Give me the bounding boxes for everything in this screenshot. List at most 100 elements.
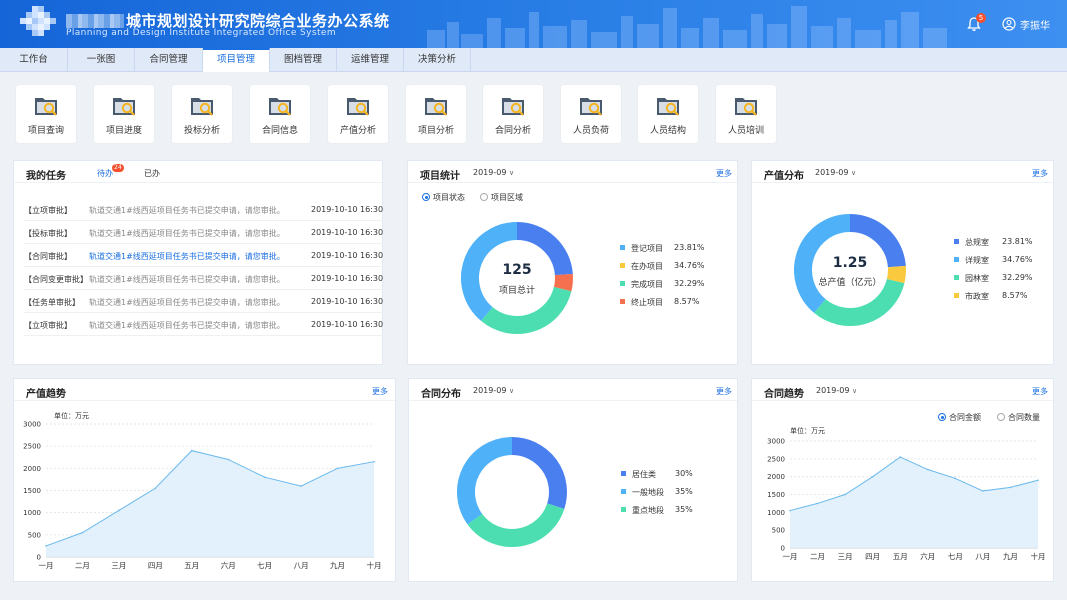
task-row[interactable]: 【投标审批】 轨道交通1#线西延项目任务书已提交申请，请您审批。 2019-10-1… <box>24 221 384 244</box>
city-skyline-decoration <box>427 6 947 48</box>
tab-done[interactable]: 已办 <box>144 168 160 179</box>
quick-link-tile[interactable]: 项目进度 <box>94 85 154 143</box>
donut-center-label: 总产值（亿元） <box>818 278 882 288</box>
quick-link-tile[interactable]: 项目分析 <box>406 85 466 143</box>
task-row[interactable]: 【立项审批】 轨道交通1#线西延项目任务书已提交申请，请您审批。 2019-10-1… <box>24 198 384 221</box>
legend-swatch <box>620 263 625 268</box>
quick-link-tile[interactable]: 人员负荷 <box>561 85 621 143</box>
tab-ops-management[interactable]: 运维管理 <box>337 48 404 72</box>
x-tick-label: 二月 <box>75 561 90 570</box>
radio-contract-amount[interactable]: 合同金额 <box>938 412 981 423</box>
task-type: 【立项审批】 <box>24 206 72 215</box>
x-tick-label: 六月 <box>221 560 236 570</box>
radio-unchecked-icon <box>997 413 1005 421</box>
x-tick-label: 三月 <box>838 552 853 561</box>
more-link[interactable]: 更多 <box>716 168 732 179</box>
user-icon[interactable] <box>1002 17 1016 31</box>
legend-label: 市政室 <box>965 292 989 301</box>
data-point <box>899 456 902 458</box>
legend-value: 34.76% <box>1002 255 1033 264</box>
y-tick-label: 2500 <box>23 443 41 451</box>
data-point <box>954 477 957 480</box>
panel-title: 产值趋势 <box>26 389 66 400</box>
data-point <box>1037 479 1039 482</box>
quick-link-tile[interactable]: 合同信息 <box>250 85 310 143</box>
y-tick-label: 2000 <box>23 465 41 473</box>
legend-value: 32.29% <box>674 279 705 288</box>
folder-search-icon <box>35 98 57 116</box>
data-point <box>789 509 791 512</box>
legend-item: 详规室 34.76% <box>954 255 1033 266</box>
legend-value: 30% <box>675 469 693 478</box>
quick-link-label: 产值分析 <box>339 126 376 136</box>
data-point <box>227 458 230 461</box>
x-tick-label: 一月 <box>783 552 798 561</box>
legend-item: 完成项目 32.29% <box>620 279 705 290</box>
tab-contract-management[interactable]: 合同管理 <box>135 48 203 72</box>
tab-decision-analysis[interactable]: 决策分析 <box>404 48 471 72</box>
y-tick-label: 2000 <box>767 473 785 481</box>
task-description[interactable]: 轨道交通1#线西延项目任务书已提交申请，请您审批。 <box>89 320 285 331</box>
y-tick-label: 500 <box>772 527 785 535</box>
more-link[interactable]: 更多 <box>1032 168 1048 179</box>
area-fill <box>790 457 1038 548</box>
tab-todo[interactable]: 待办 <box>97 168 113 179</box>
task-time: 2019-10-10 16:30 <box>311 274 384 283</box>
folder-search-icon <box>347 98 369 116</box>
more-link[interactable]: 更多 <box>1032 386 1048 397</box>
donut-center-value: 125 <box>502 262 532 278</box>
legend-item: 重点地段 35% <box>621 505 693 516</box>
legend-swatch <box>621 489 626 494</box>
date-select[interactable]: 2019-09 ∨ <box>816 386 857 395</box>
radio-checked-icon <box>422 193 430 201</box>
task-description[interactable]: 轨道交通1#线西延项目任务书已提交申请，请您审批。 <box>89 205 285 216</box>
radio-contract-count[interactable]: 合同数量 <box>997 412 1040 423</box>
radio-project-status[interactable]: 项目状态 <box>422 192 465 203</box>
more-link[interactable]: 更多 <box>716 386 732 397</box>
more-link[interactable]: 更多 <box>372 386 388 397</box>
radio-label: 合同数量 <box>1008 413 1040 422</box>
task-description[interactable]: 轨道交通1#线西延项目任务书已提交申请，请您审批。 <box>89 274 285 285</box>
legend-label: 园林室 <box>965 274 989 283</box>
data-point <box>263 476 266 478</box>
date-select[interactable]: 2019-09 ∨ <box>815 168 856 177</box>
task-description[interactable]: 轨道交通1#线西延项目任务书已提交申请，请您审批。 <box>89 251 285 262</box>
quick-link-tile[interactable]: 产值分析 <box>328 85 388 143</box>
legend-label: 终止项目 <box>631 298 663 307</box>
quick-link-tile[interactable]: 合同分析 <box>483 85 543 143</box>
task-row[interactable]: 【立项审批】 轨道交通1#线西延项目任务书已提交申请，请您审批。 2019-10-1… <box>24 313 384 336</box>
quick-link-tile[interactable]: 投标分析 <box>172 85 232 143</box>
data-point <box>336 467 339 470</box>
date-select-value: 2019-09 <box>473 168 507 177</box>
tab-one-map[interactable]: 一张图 <box>68 48 135 72</box>
legend-label: 重点地段 <box>632 506 664 515</box>
area-fill <box>46 450 374 557</box>
radio-label: 合同金额 <box>949 413 981 422</box>
radio-project-region[interactable]: 项目区域 <box>480 192 523 203</box>
data-point <box>982 490 984 492</box>
donut-slice-居住类 <box>511 437 567 509</box>
task-description[interactable]: 轨道交通1#线西延项目任务书已提交申请，请您审批。 <box>89 228 285 239</box>
legend-item: 登记项目 23.81% <box>620 243 705 254</box>
x-tick-label: 八月 <box>975 552 990 561</box>
tab-workbench[interactable]: 工作台 <box>0 48 68 72</box>
radio-label: 项目区域 <box>491 193 523 202</box>
user-name[interactable]: 李振华 <box>1020 17 1050 32</box>
task-type: 【合同变更审批】 <box>24 275 88 284</box>
task-row[interactable]: 【合同审批】 轨道交通1#线西延项目任务书已提交申请，请您审批。 2019-10-1… <box>24 244 384 267</box>
date-select[interactable]: 2019-09 ∨ <box>473 168 514 177</box>
quick-link-tile[interactable]: 人员结构 <box>638 85 698 143</box>
tab-project-management[interactable]: 项目管理 <box>203 48 270 72</box>
date-select[interactable]: 2019-09 ∨ <box>473 386 514 395</box>
legend-label: 完成项目 <box>631 280 663 289</box>
main-nav: 工作台 一张图 合同管理 项目管理 图档管理 运维管理 决策分析 <box>0 48 1067 72</box>
task-row[interactable]: 【任务单审批】 轨道交通1#线西延项目任务书已提交申请，请您审批。 2019-10-… <box>24 290 384 313</box>
quick-link-tile[interactable]: 人员培训 <box>716 85 776 143</box>
tab-archive-management[interactable]: 图档管理 <box>270 48 337 72</box>
task-row[interactable]: 【合同变更审批】 轨道交通1#线西延项目任务书已提交申请，请您审批。 2019-10… <box>24 267 384 290</box>
legend-label: 居住类 <box>632 470 656 479</box>
legend-value: 8.57% <box>674 297 700 306</box>
task-description[interactable]: 轨道交通1#线西延项目任务书已提交申请，请您审批。 <box>89 297 285 308</box>
quick-link-tile[interactable]: 项目查询 <box>16 85 76 143</box>
legend-value: 34.76% <box>674 261 705 270</box>
